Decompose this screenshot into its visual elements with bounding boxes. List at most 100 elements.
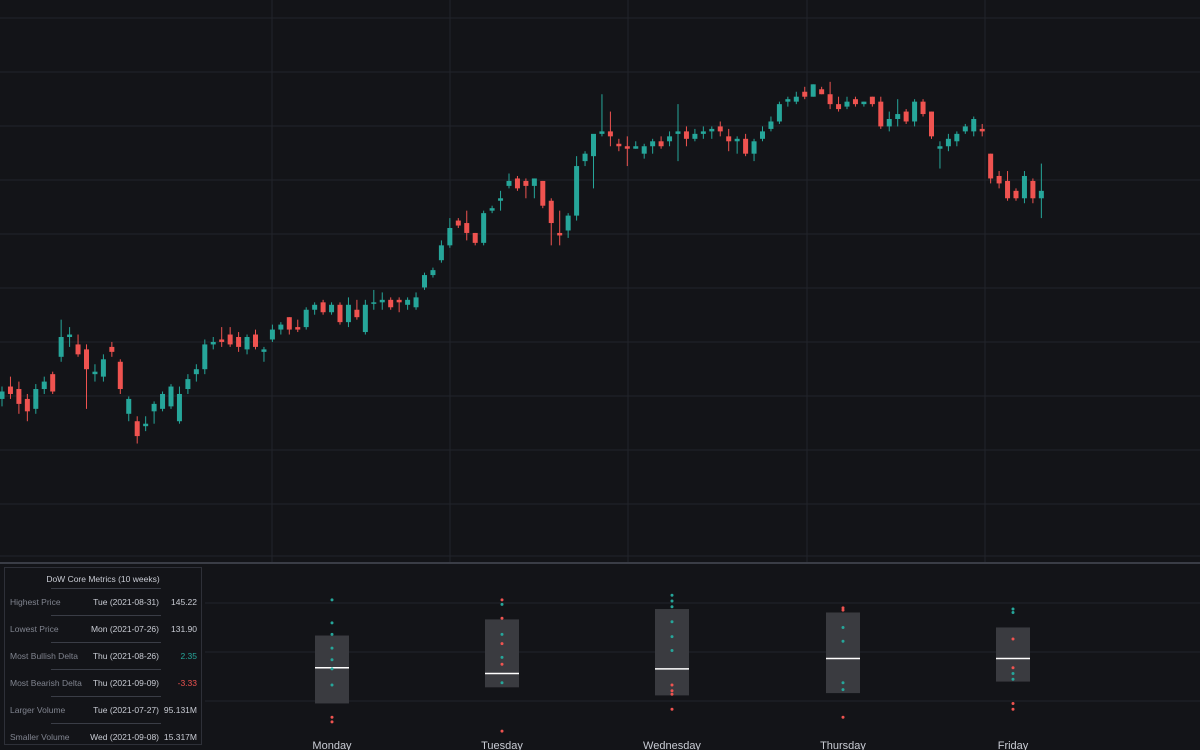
candle-body <box>134 421 140 437</box>
candle-body <box>979 128 985 132</box>
delta-point-down <box>841 608 845 612</box>
metrics-row: Most Bullish Delta Thu (2021-08-26) 2.35 <box>5 649 201 663</box>
candle-body <box>7 386 13 394</box>
candle-body <box>962 126 968 132</box>
delta-point-up <box>330 667 334 671</box>
candle-body <box>24 398 30 412</box>
candle-body <box>329 304 335 313</box>
candle-body <box>582 153 588 162</box>
delta-point-down <box>670 683 674 687</box>
candle-body <box>244 337 250 350</box>
delta-point-down <box>500 616 504 620</box>
candle-body <box>599 131 605 134</box>
candle-body <box>41 381 47 390</box>
delta-point-up <box>670 635 674 639</box>
delta-point-up <box>330 646 334 650</box>
delta-point-up <box>670 593 674 597</box>
delta-point-down <box>500 642 504 646</box>
delta-point-down <box>670 689 674 693</box>
candle-body <box>658 141 664 147</box>
candle-body <box>92 371 98 375</box>
delta-point-down <box>1011 707 1015 711</box>
box-iqr <box>826 612 860 694</box>
metric-label: Most Bullish Delta <box>10 651 79 661</box>
candle-body <box>50 374 56 392</box>
delta-point-down <box>670 692 674 696</box>
candle-body <box>295 327 301 330</box>
candle-body <box>954 133 960 142</box>
candle-body <box>1013 190 1019 199</box>
candle-body <box>768 121 774 129</box>
candle-body <box>836 104 842 110</box>
candle-body <box>531 178 537 186</box>
candle-body <box>100 359 106 377</box>
delta-point-up <box>330 621 334 625</box>
candle-body <box>844 101 850 107</box>
metric-label: Smaller Volume <box>10 732 70 742</box>
candle-body <box>988 153 994 179</box>
candle-body <box>700 131 706 134</box>
candle-body <box>498 198 504 201</box>
metrics-separator <box>51 723 161 724</box>
candle-body <box>219 339 225 342</box>
candle-body <box>396 299 402 303</box>
delta-point-up <box>670 599 674 603</box>
box-iqr <box>485 619 519 688</box>
metric-value: 15.317M <box>163 732 197 742</box>
day-label: Thursday <box>820 740 866 750</box>
candle-body <box>861 101 867 105</box>
delta-point-down <box>330 720 334 724</box>
candle-body <box>760 131 765 139</box>
candlestick-series <box>0 81 1044 444</box>
candle-body <box>793 96 799 102</box>
candle-body <box>557 232 563 236</box>
candle-body <box>683 131 689 139</box>
candle-body <box>109 346 115 352</box>
candle-body <box>540 180 546 206</box>
candle-body <box>261 349 267 352</box>
candle-body <box>996 175 1002 184</box>
candle-body <box>278 324 284 330</box>
candle-body <box>236 337 242 347</box>
candle-body <box>937 146 943 149</box>
candle-body <box>1038 190 1044 199</box>
candle-body <box>422 275 427 288</box>
metrics-row: Highest Price Tue (2021-08-31) 145.22 <box>5 595 201 609</box>
candle-body <box>143 423 149 427</box>
delta-point-up <box>330 632 334 636</box>
delta-point-up <box>330 658 334 662</box>
candle-body <box>447 228 453 246</box>
candle-body <box>810 84 816 97</box>
metric-label: Lowest Price <box>10 624 59 634</box>
boxplot-grid <box>205 602 1200 702</box>
candle-body <box>472 232 478 243</box>
candle-body <box>117 361 123 390</box>
candle-body <box>0 391 5 399</box>
metric-label: Most Bearish Delta <box>10 678 82 688</box>
delta-point-up <box>500 655 504 659</box>
candle-body <box>202 344 208 370</box>
candle-body <box>607 131 613 137</box>
delta-point-up <box>841 681 845 685</box>
metric-value: -3.33 <box>177 678 197 688</box>
candle-body <box>337 304 343 323</box>
candle-body <box>464 223 470 233</box>
boxplot-series <box>315 593 1030 733</box>
metric-value: 2.35 <box>180 651 197 661</box>
delta-point-up <box>841 639 845 643</box>
delta-point-up <box>500 681 504 685</box>
price-grid <box>0 0 1200 563</box>
delta-point-down <box>500 662 504 666</box>
candle-body <box>624 146 630 149</box>
candle-body <box>345 304 351 323</box>
candle-body <box>193 369 199 375</box>
candle-body <box>819 89 825 95</box>
delta-point-up <box>670 620 674 624</box>
candle-body <box>168 386 174 407</box>
delta-point-up <box>670 605 674 609</box>
candle-body <box>1021 175 1027 199</box>
metric-value: 145.22 <box>171 597 197 607</box>
candle-body <box>320 302 326 313</box>
candle-body <box>852 99 858 105</box>
candle-body <box>354 309 360 318</box>
